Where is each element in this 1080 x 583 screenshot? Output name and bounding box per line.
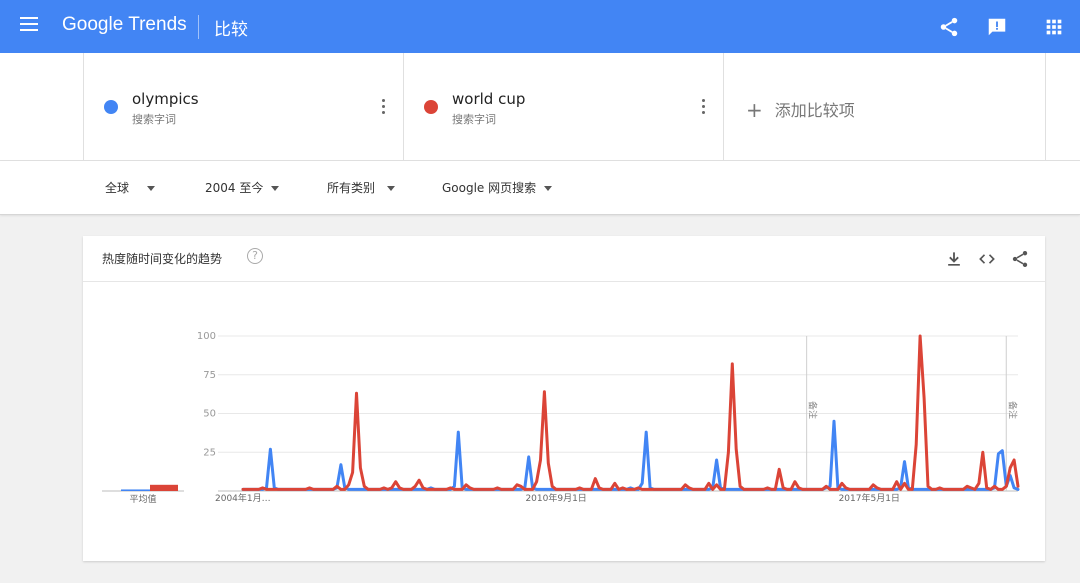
y-axis-labels: 25 50 75 100 [197,331,216,458]
filter-bar: 全球 2004 至今 所有类别 Google 网页搜索 [0,161,1080,215]
y-tick-label: 100 [197,331,216,342]
category-value: 所有类别 [327,181,376,195]
add-comparison-button[interactable]: + 添加比较项 [746,97,855,122]
x-tick-label: 2010年9月1日 [525,492,586,504]
y-tick-label: 50 [203,409,216,420]
annotation-label: 备注 [1006,401,1018,419]
category-filter[interactable]: 所有类别 [327,179,396,196]
region-value: 全球 [105,181,130,195]
top-bar: Google Trends 比较 [0,0,1080,53]
menu-icon[interactable] [20,17,38,31]
x-tick-label: 2017年5月1日 [839,492,900,504]
average-bar [150,484,178,491]
download-icon[interactable] [944,249,964,269]
y-tick-label: 25 [203,447,216,458]
series-color-dot [424,100,438,114]
apps-icon[interactable] [1043,16,1065,38]
chart-grid [218,335,1018,492]
x-tick-label: 2004年1月… [215,492,271,504]
add-term-slot: + 添加比较项 [723,53,1046,160]
chevron-down-icon [387,186,396,191]
embed-code-icon[interactable] [977,249,997,269]
average-bar [121,489,150,491]
share-icon[interactable] [938,16,960,38]
term-olympics[interactable]: olympics 搜索字词 [83,53,404,160]
time-value: 2004 至今 [205,181,264,195]
page-title: 比较 [214,20,248,40]
term-label: world cup [452,90,526,108]
term-label: olympics [132,90,199,108]
region-filter[interactable]: 全球 [105,179,156,196]
average-label: 平均值 [129,493,156,505]
term-world-cup[interactable]: world cup 搜索字词 [403,53,724,160]
term-type: 搜索字词 [132,113,176,126]
y-tick-label: 75 [203,370,216,381]
chart-series [241,334,1020,491]
annotation-label: 备注 [807,401,819,419]
x-axis-labels: 2004年1月… 2010年9月1日 2017年5月1日 [215,492,900,504]
chevron-down-icon [147,186,156,191]
trend-chart: 平均值 25 50 75 100 2004年1月… 2010年9月1日 2017年5月1日… [102,331,1020,505]
card-title: 热度随时间变化的趋势 [102,252,223,266]
time-filter[interactable]: 2004 至今 [205,179,280,196]
annotation-marker[interactable]: 备注 [1006,401,1018,419]
search-type-filter[interactable]: Google 网页搜索 [442,179,553,196]
interest-over-time-card: 热度随时间变化的趋势 ? 平均值 25 50 75 100 2004年1月… 2010年… [83,236,1045,561]
annotation-marker[interactable]: 备注 [807,401,819,419]
term-type: 搜索字词 [452,113,496,126]
share-icon[interactable] [1010,249,1030,269]
series-color-dot [104,100,118,114]
series-line-world-cup[interactable] [241,334,1020,491]
search-type-value: Google 网页搜索 [442,181,537,195]
feedback-icon[interactable] [986,16,1008,38]
chevron-down-icon [271,186,280,191]
google-trends-logo[interactable]: Google Trends [62,14,187,36]
average-bars: 平均值 [102,484,184,505]
help-icon[interactable]: ? [247,248,263,264]
comparison-terms-bar: olympics 搜索字词 world cup 搜索字词 + 添加比较项 [0,53,1080,161]
more-vert-icon[interactable] [382,99,386,115]
add-comparison-label: 添加比较项 [774,101,855,120]
title-divider [198,15,199,39]
chevron-down-icon [544,186,553,191]
more-vert-icon[interactable] [702,99,706,115]
plus-icon: + [746,98,763,122]
